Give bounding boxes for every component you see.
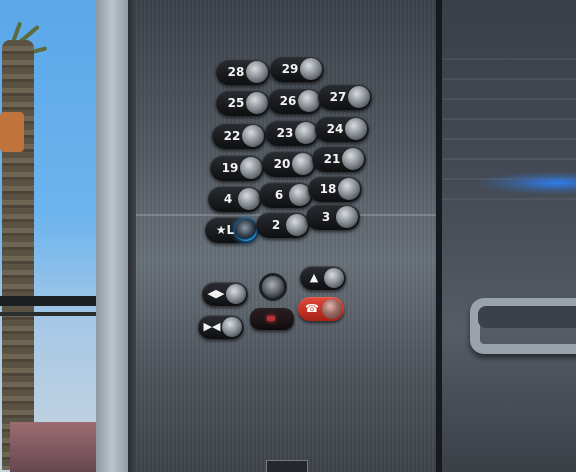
floor-button-21[interactable]: 21 <box>312 146 366 172</box>
button-disc <box>295 122 317 144</box>
door-open-button[interactable]: ◀▶ <box>202 282 248 306</box>
floor-button-3[interactable]: 3 <box>306 204 360 230</box>
floor-button-18[interactable]: 18 <box>308 176 362 202</box>
button-disc <box>322 299 342 319</box>
floor-button-20[interactable]: 20 <box>262 151 316 177</box>
key-switch-button[interactable] <box>262 276 284 298</box>
floor-button-28[interactable]: 28 <box>216 59 270 85</box>
floor-button-2[interactable]: 2 <box>256 212 310 238</box>
floor-button-26[interactable]: 26 <box>268 88 322 114</box>
floor-button-25[interactable]: 25 <box>216 90 270 116</box>
emergency-call-button[interactable]: ☎ <box>298 297 344 321</box>
palm-tree-detail <box>0 112 24 152</box>
floor-threshold <box>266 460 308 472</box>
button-disc <box>324 268 344 288</box>
floor-button-lobby[interactable]: ★L <box>205 217 259 243</box>
button-disc <box>336 206 358 228</box>
phone-icon: ☎ <box>305 302 319 315</box>
button-disc <box>238 188 260 210</box>
floor-button-23[interactable]: 23 <box>265 120 319 146</box>
door-close-button[interactable]: ▶◀ <box>198 315 244 339</box>
door-handle-inner <box>478 306 576 328</box>
button-disc <box>338 178 360 200</box>
floor-button-19[interactable]: 19 <box>210 155 264 181</box>
indicator-led <box>267 316 275 321</box>
button-disc <box>246 92 268 114</box>
floor-button-24[interactable]: 24 <box>315 116 369 142</box>
button-disc <box>300 58 322 80</box>
button-disc <box>222 317 242 337</box>
alarm-bell-button[interactable]: ▲ <box>300 266 346 290</box>
button-disc-lit <box>235 219 257 241</box>
door-light-reflection <box>480 172 576 194</box>
bell-icon: ▲ <box>309 271 319 284</box>
floor-button-22[interactable]: 22 <box>212 123 266 149</box>
indicator-display <box>250 308 294 330</box>
button-disc <box>226 284 246 304</box>
palm-tree <box>2 40 34 470</box>
floor-button-6[interactable]: 6 <box>259 182 313 208</box>
button-disc <box>286 214 308 236</box>
floor-button-29[interactable]: 29 <box>270 56 324 82</box>
button-disc <box>298 90 320 112</box>
door-close-icon: ▶◀ <box>203 320 221 333</box>
button-disc <box>242 125 264 147</box>
button-disc <box>292 153 314 175</box>
floor-button-4[interactable]: 4 <box>208 186 262 212</box>
button-disc <box>240 157 262 179</box>
door-open-icon: ◀▶ <box>207 287 225 300</box>
button-disc <box>246 61 268 83</box>
elevator-interior-scene: 28 29 25 26 27 22 23 24 19 20 21 4 6 18 … <box>0 0 576 472</box>
button-disc <box>342 148 364 170</box>
floor-button-27[interactable]: 27 <box>318 84 372 110</box>
button-disc <box>348 86 370 108</box>
button-disc <box>345 118 367 140</box>
